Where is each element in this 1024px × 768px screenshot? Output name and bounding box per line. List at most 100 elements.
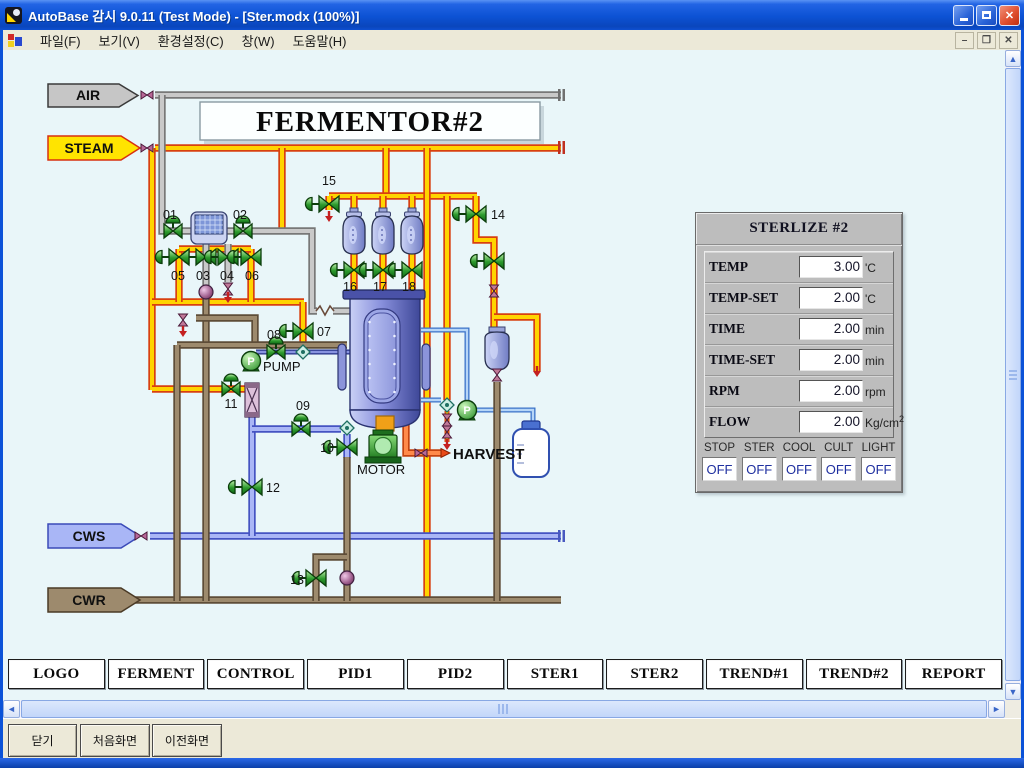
pump-label: PUMP [263,359,301,374]
filter-3 [401,208,423,254]
harvest-arrow-icon [441,449,450,458]
close-screen-button[interactable]: 닫기 [8,724,77,757]
scroll-up-icon[interactable]: ▲ [1005,50,1021,67]
row-label: TEMP [709,259,799,275]
temp-value[interactable]: 3.00 [799,256,863,278]
cwr-pump-icon [340,571,354,585]
vertical-scroll-thumb[interactable] [1005,68,1021,681]
valve-12[interactable] [229,479,263,495]
row-time-set: TIME-SET 2.00 min [705,345,893,376]
rotameter [245,383,259,417]
steam-label: STEAM [65,140,114,156]
valve-18[interactable] [389,262,423,278]
mdi-minimize-icon[interactable]: – [955,32,974,49]
horizontal-scroll-thumb[interactable] [21,700,987,718]
valve-06[interactable] [228,249,262,265]
maximize-button[interactable] [976,5,997,26]
row-unit: Kg/cm2 [865,414,904,430]
time-set-value[interactable]: 2.00 [799,349,863,371]
screen-nav-bar: LOGO FERMENT CONTROL PID1 PID2 STER1 STE… [8,659,1002,689]
window-title: AutoBase 감시 9.0.11 (Test Mode) - [Ster.m… [28,6,947,25]
light-button[interactable]: OFF [861,457,896,481]
time-value[interactable]: 2.00 [799,318,863,340]
home-screen-button[interactable]: 처음화면 [80,724,150,757]
cws-label: CWS [73,528,106,544]
drain-valve-icon-1 [179,314,188,326]
filter-1 [343,208,365,254]
mdi-close-icon[interactable]: ✕ [999,32,1018,49]
nav-report[interactable]: REPORT [905,659,1002,689]
nav-pid1[interactable]: PID1 [307,659,404,689]
switch-label: STOP [704,442,735,454]
drain-arrow-icon-3 [325,211,333,222]
cult-button[interactable]: OFF [821,457,856,481]
svg-text:15: 15 [322,174,336,188]
switch-ster: STER OFF [742,442,777,481]
nav-control[interactable]: CONTROL [207,659,304,689]
cool-button[interactable]: OFF [782,457,817,481]
row-unit: 'C [865,290,876,306]
svg-text:12: 12 [266,481,280,495]
valve-11[interactable] [222,374,240,396]
drain-arrow-icon-4 [443,439,451,450]
menu-help[interactable]: 도움말(H) [284,29,356,52]
source-cws: CWS [48,524,140,548]
stop-button[interactable]: OFF [702,457,737,481]
nav-trend2[interactable]: TREND#2 [806,659,903,689]
prev-screen-button[interactable]: 이전화면 [152,724,222,757]
svg-text:03: 03 [196,269,210,283]
svg-text:09: 09 [296,399,310,413]
scada-canvas: AIR STEAM CWS CWR FERMENTOR#2 [3,50,1005,700]
panel-rows: TEMP 3.00 'C TEMP-SET 2.00 'C TIME 2.00 … [704,251,894,438]
nav-pid2[interactable]: PID2 [407,659,504,689]
source-steam: STEAM [48,136,140,160]
cwr-label: CWR [72,592,105,608]
horizontal-scrollbar[interactable]: ◄ ► [3,700,1021,718]
vertical-scrollbar[interactable]: ▲ ▼ [1005,50,1021,700]
switch-stop: STOP OFF [702,442,737,481]
switch-label: COOL [783,442,816,454]
scroll-down-icon[interactable]: ▼ [1005,683,1021,700]
row-label: TIME-SET [709,352,799,368]
minimize-button[interactable] [953,5,974,26]
source-air: AIR [48,84,138,107]
row-unit: rpm [865,383,886,399]
row-time: TIME 2.00 min [705,314,893,345]
check-valve-icon-3 [440,398,454,412]
valve-09[interactable] [292,414,310,436]
svg-text:18: 18 [402,280,416,294]
valve-aux[interactable] [471,253,505,269]
pressure-gauge-icon [199,285,213,299]
nav-ferment[interactable]: FERMENT [108,659,205,689]
nav-logo[interactable]: LOGO [8,659,105,689]
menu-config[interactable]: 환경설정(C) [149,29,233,52]
nav-ster1[interactable]: STER1 [507,659,604,689]
svg-text:11: 11 [225,397,238,411]
menu-view[interactable]: 보기(V) [90,29,149,52]
menu-file[interactable]: 파일(F) [31,29,90,52]
drain-valve-icon-3 [443,414,452,426]
window-frame-bottom [0,758,1024,768]
mdi-restore-icon[interactable]: ❐ [977,32,996,49]
drain-arrow-icon-1 [179,326,187,337]
scroll-right-icon[interactable]: ► [988,700,1005,718]
rpm-value[interactable]: 2.00 [799,380,863,402]
valve-07[interactable] [280,323,314,339]
valve-14[interactable] [453,206,487,222]
nav-trend1[interactable]: TREND#1 [706,659,803,689]
ster-button[interactable]: OFF [742,457,777,481]
scroll-left-icon[interactable]: ◄ [3,700,20,718]
nav-ster2[interactable]: STER2 [606,659,703,689]
row-temp-set: TEMP-SET 2.00 'C [705,283,893,314]
bottom-toolbar: 닫기 처음화면 이전화면 [3,718,1021,758]
switch-light: LIGHT OFF [861,442,896,481]
row-label: TEMP-SET [709,290,799,306]
flow-value[interactable]: 2.00 [799,411,863,433]
menu-window[interactable]: 창(W) [233,29,284,52]
close-button[interactable]: ✕ [999,5,1020,26]
switch-label: LIGHT [862,442,896,454]
switch-label: STER [744,442,775,454]
separator-vessel [485,327,509,370]
pipe-end-ticks [558,89,565,542]
temp-set-value[interactable]: 2.00 [799,287,863,309]
